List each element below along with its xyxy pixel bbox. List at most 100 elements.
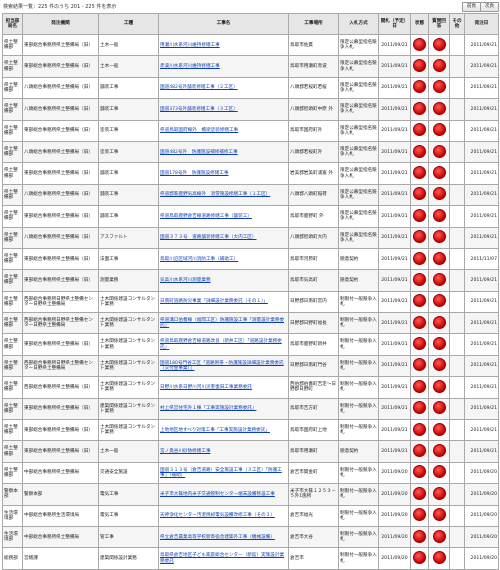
qa-seal-icon[interactable] xyxy=(432,144,446,158)
cell-qa[interactable] xyxy=(428,205,450,228)
project-link[interactable]: 国道３１３号（倉吉道路）安全施設工事（３工区）「防護工事」（補助） xyxy=(160,468,282,478)
cell-name[interactable]: 宮ノ奥谷川砂防修繕工事 xyxy=(158,440,289,463)
cell-name[interactable]: 県道鳥取鹿野倉吉線道路改良（新井工区）「道路設計業務委託」 xyxy=(158,333,289,356)
qa-seal-icon[interactable] xyxy=(432,315,446,329)
cell-name[interactable]: 県道鳥取国府線外 橋梁塗装修繕工事 xyxy=(158,119,289,142)
project-link[interactable]: 宮ノ奥谷川砂防修繕工事 xyxy=(160,449,211,454)
project-link[interactable]: 国道482号外 防護施設補修補修工事 xyxy=(160,150,238,155)
cell-name[interactable]: 国道178号外 防護施設修繕工事 xyxy=(158,162,289,185)
qa-seal-icon[interactable] xyxy=(432,444,446,458)
cell-name[interactable]: 県道鳥取鹿野倉吉線道路修繕工事（舗装工） xyxy=(158,205,289,228)
cell-name[interactable]: 国道482号外 防護施設補修補修工事 xyxy=(158,140,289,164)
qa-seal-icon[interactable] xyxy=(432,508,446,522)
cell-name[interactable]: 赤波川水系河川維持修繕工事 xyxy=(158,55,289,78)
project-link[interactable]: 県立倉吉農業高等学校新寄宿舎建築外工事（機械設備） xyxy=(160,535,275,540)
cell-name[interactable]: 村上県営住宅外１棟「工事実施設計業務委託」 xyxy=(158,397,289,421)
cell-name[interactable]: 上地地区地すべり対策工事「工事実施設計業務委託」 xyxy=(158,419,289,442)
qa-seal-icon[interactable] xyxy=(432,208,446,222)
project-link[interactable]: 県道鳥取鹿野倉吉線道路修繕工事（舗装工） xyxy=(160,214,252,219)
qa-seal-icon[interactable] xyxy=(432,272,446,286)
cell-name[interactable]: 国道373号外舗装修繕工事（３工区） xyxy=(158,98,289,121)
cell-qa[interactable] xyxy=(428,140,450,164)
cell-qa[interactable] xyxy=(428,183,450,207)
qa-seal-icon[interactable] xyxy=(432,165,446,179)
project-link[interactable]: 天神浄化センター汚泥焼却電気設備改修工事（その３） xyxy=(160,513,275,518)
cell-name[interactable]: 日野川水系日野川河川災害復旧工事業務委託 xyxy=(158,376,289,399)
project-link[interactable]: 赤波川水系河川維持修繕工事 xyxy=(160,64,220,69)
cell-qa[interactable] xyxy=(428,333,450,356)
qa-seal-icon[interactable] xyxy=(432,465,446,479)
cell-name[interactable]: 県道郡家鹿野気高線外 消雪施設修繕工事（１工区） xyxy=(158,183,289,207)
cell-qa[interactable] xyxy=(428,98,450,121)
project-link[interactable]: 用瀬川水系河川維持修繕工事 xyxy=(160,43,220,48)
project-link[interactable]: 日野川水系日野川河川災害復旧工事業務委託 xyxy=(160,385,252,390)
cell-qa[interactable] xyxy=(428,397,450,421)
cell-qa[interactable] xyxy=(428,376,450,399)
cell-name[interactable]: 気高川水系河川測量業務 xyxy=(158,269,289,292)
qa-seal-icon[interactable] xyxy=(432,422,446,436)
project-link[interactable]: 国道178号外 防護施設修繕工事 xyxy=(160,171,229,176)
cell-name[interactable]: 県道溝口伯耆線（福岡工区）防護施設工事「測量設計業務委託」 xyxy=(158,312,289,335)
qa-seal-icon[interactable] xyxy=(432,529,446,543)
project-link[interactable]: 村上県営住宅外１棟「工事実施設計業務委託」 xyxy=(160,406,256,411)
project-link[interactable]: 米子市大篠地内米子交通管制センター端末設備移設工事 xyxy=(160,492,275,497)
qa-seal-icon[interactable] xyxy=(432,294,446,308)
project-link[interactable]: 県道郡家鹿野気高線外 消雪施設修繕工事（１工区） xyxy=(160,192,270,197)
cell-qa[interactable] xyxy=(428,76,450,100)
cell-qa[interactable] xyxy=(428,547,450,570)
qa-seal-icon[interactable] xyxy=(432,187,446,201)
project-link[interactable]: 県道鳥取国府線外 橋梁塗装修繕工事 xyxy=(160,128,238,133)
qa-seal-icon[interactable] xyxy=(432,37,446,51)
cell-name[interactable]: 県立倉吉農業高等学校新寄宿舎建築外工事（機械設備） xyxy=(158,525,289,549)
qa-seal-icon[interactable] xyxy=(432,337,446,351)
cell-name[interactable]: 国道３７３号 道路舗装修繕工事（大内工区） xyxy=(158,226,289,249)
project-link[interactable]: 国道373号外舗装修繕工事（３工区） xyxy=(160,107,238,112)
cell-qa[interactable] xyxy=(428,419,450,442)
cell-qa[interactable] xyxy=(428,290,450,314)
cell-qa[interactable] xyxy=(428,162,450,185)
qa-seal-icon[interactable] xyxy=(432,486,446,500)
cell-qa[interactable] xyxy=(428,33,450,57)
next-page-button[interactable]: 次頁 xyxy=(480,2,499,12)
qa-seal-icon[interactable] xyxy=(432,58,446,72)
cell-qa[interactable] xyxy=(428,269,450,292)
cell-qa[interactable] xyxy=(428,440,450,463)
cell-qa[interactable] xyxy=(428,247,450,271)
cell-qa[interactable] xyxy=(428,226,450,249)
prev-page-button[interactable]: 前頁 xyxy=(462,2,481,12)
cell-qa[interactable] xyxy=(428,461,450,485)
qa-seal-icon[interactable] xyxy=(432,358,446,372)
cell-name[interactable]: 天神浄化センター汚泥焼却電気設備改修工事（その３） xyxy=(158,504,289,527)
qa-seal-icon[interactable] xyxy=(432,230,446,244)
cell-qa[interactable] xyxy=(428,483,450,506)
project-link[interactable]: 国道180号門谷工区「道路附帯・防護施設詳細設計業務委託（交付金事業）」 xyxy=(160,361,284,371)
project-link[interactable]: 日南町道路防災事業「詳細設計業務委託（その１）」 xyxy=(160,299,268,304)
qa-seal-icon[interactable] xyxy=(432,550,446,564)
cell-name[interactable]: 日南町道路防災事業「詳細設計業務委託（その１）」 xyxy=(158,290,289,314)
qa-seal-icon[interactable] xyxy=(432,379,446,393)
project-link[interactable]: 鳥取川沿区域河川消防工事（補助工） xyxy=(160,257,238,262)
cell-qa[interactable] xyxy=(428,504,450,527)
cell-qa[interactable] xyxy=(428,312,450,335)
project-link[interactable]: 国道482号外舗装修繕工事（２工区） xyxy=(160,85,238,90)
project-link[interactable]: 上地地区地すべり対策工事「工事実施設計業務委託」 xyxy=(160,428,270,433)
qa-seal-icon[interactable] xyxy=(432,251,446,265)
cell-name[interactable]: 鳥取川沿区域河川消防工事（補助工） xyxy=(158,247,289,271)
qa-seal-icon[interactable] xyxy=(432,401,446,415)
cell-name[interactable]: 国道180号門谷工区「道路附帯・防護施設詳細設計業務委託（交付金事業）」 xyxy=(158,354,289,378)
cell-name[interactable]: 国道482号外舗装修繕工事（２工区） xyxy=(158,76,289,100)
qa-seal-icon[interactable] xyxy=(432,80,446,94)
cell-name[interactable]: 国道３１３号（倉吉道路）安全施設工事（３工区）「防護工事」（補助） xyxy=(158,461,289,485)
cell-qa[interactable] xyxy=(428,55,450,78)
cell-qa[interactable] xyxy=(428,525,450,549)
cell-qa[interactable] xyxy=(428,354,450,378)
cell-name[interactable]: 米子市大篠地内米子交通管制センター端末設備移設工事 xyxy=(158,483,289,506)
cell-name[interactable]: 用瀬川水系河川維持修繕工事 xyxy=(158,33,289,57)
project-link[interactable]: 県道鳥取鹿野倉吉線道路改良（新井工区）「道路設計業務委託」 xyxy=(160,339,282,349)
project-link[interactable]: 気高川水系河川測量業務 xyxy=(160,278,211,283)
qa-seal-icon[interactable] xyxy=(432,123,446,137)
qa-seal-icon[interactable] xyxy=(432,101,446,115)
project-link[interactable]: 国道３７３号 道路舗装修繕工事（大内工区） xyxy=(160,235,256,240)
project-link[interactable]: 鳥取県倉吉地区子ども家庭総合センター（新館）実施設計業務委託 xyxy=(160,553,284,563)
cell-qa[interactable] xyxy=(428,119,450,142)
